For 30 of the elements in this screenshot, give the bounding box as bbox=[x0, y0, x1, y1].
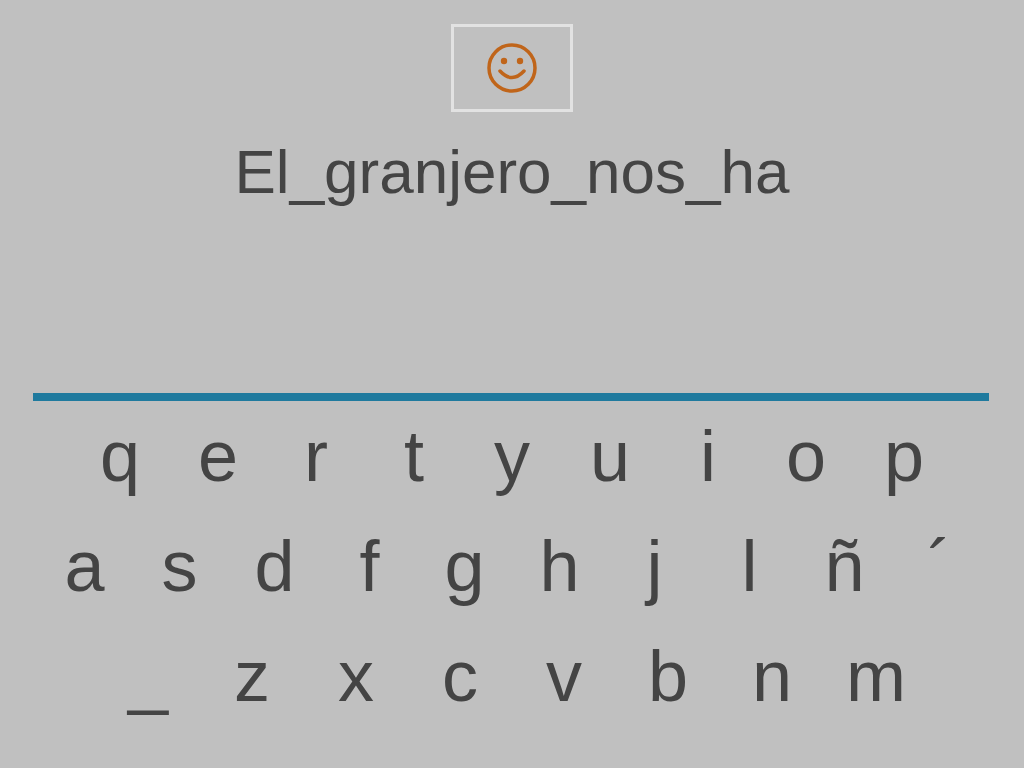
key-button[interactable]: j bbox=[607, 516, 702, 616]
key-button[interactable]: u bbox=[561, 406, 659, 506]
key-button[interactable]: l bbox=[702, 516, 797, 616]
key-button[interactable]: a bbox=[37, 516, 132, 616]
key-button[interactable]: g bbox=[417, 516, 512, 616]
key-button[interactable]: o bbox=[757, 406, 855, 506]
smiley-icon bbox=[486, 42, 538, 94]
key-button[interactable]: _ bbox=[96, 626, 200, 726]
key-button[interactable]: h bbox=[512, 516, 607, 616]
key-button[interactable]: d bbox=[227, 516, 322, 616]
key-button[interactable]: e bbox=[169, 406, 267, 506]
key-button[interactable]: i bbox=[659, 406, 757, 506]
key-button[interactable]: y bbox=[463, 406, 561, 506]
key-button[interactable]: r bbox=[267, 406, 365, 506]
hint-button[interactable] bbox=[451, 24, 573, 112]
key-button[interactable]: b bbox=[616, 626, 720, 726]
key-button[interactable]: m bbox=[824, 626, 928, 726]
key-button[interactable]: ñ bbox=[797, 516, 892, 616]
key-button[interactable]: ´ bbox=[892, 516, 987, 616]
key-button[interactable]: c bbox=[408, 626, 512, 726]
key-button[interactable]: n bbox=[720, 626, 824, 726]
key-button[interactable]: t bbox=[365, 406, 463, 506]
answer-text: El_granjero_nos_ha bbox=[234, 136, 790, 208]
key-button[interactable]: x bbox=[304, 626, 408, 726]
key-button[interactable]: s bbox=[132, 516, 227, 616]
key-button[interactable]: f bbox=[322, 516, 417, 616]
key-button[interactable]: q bbox=[71, 406, 169, 506]
key-button[interactable]: p bbox=[855, 406, 953, 506]
key-button[interactable]: v bbox=[512, 626, 616, 726]
key-button[interactable]: z bbox=[200, 626, 304, 726]
